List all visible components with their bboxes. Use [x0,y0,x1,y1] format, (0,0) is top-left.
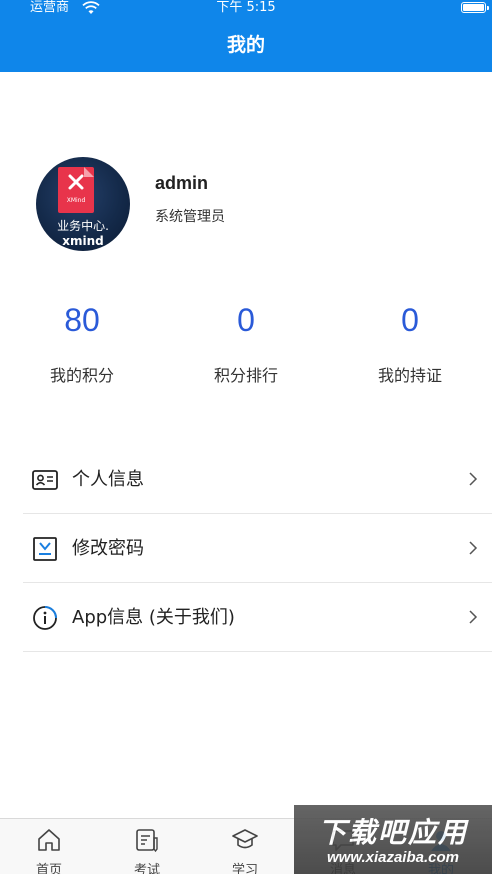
chevron-right-icon [469,472,478,486]
tab-label: 考试 [133,863,160,874]
tab-home[interactable]: 首页 [0,819,98,874]
watermark-main-text: 下载吧应用 [317,816,468,849]
user-role: 系统管理员 [155,209,225,225]
password-icon [33,537,57,561]
xmind-logo-icon [68,174,84,190]
watermark-sub-text: www.xiazaiba.com [327,849,459,866]
battery-icon [461,2,489,13]
home-icon [38,829,60,851]
menu-item-label: App信息 (关于我们) [72,607,235,628]
header: 运营商 下午 5:15 我的 [0,0,492,72]
status-time: 下午 5:15 [216,0,276,15]
stat-ranking[interactable]: 0 积分排行 [164,300,328,386]
tab-exam[interactable]: 考试 [98,819,196,874]
graduation-cap-icon [232,829,258,849]
stat-label: 我的积分 [49,366,114,385]
info-icon [33,606,57,630]
tab-study[interactable]: 学习 [196,819,294,874]
menu-item-change-password[interactable]: 修改密码 [23,514,492,583]
tab-label: 首页 [35,863,62,874]
avatar-caption-line1: 业务中心. [57,219,109,233]
stat-label: 我的持证 [377,366,442,385]
profile-screen: 运营商 下午 5:15 我的 XMind 业务中心. xmind admin 系… [0,0,492,874]
menu-item-personal-info[interactable]: 个人信息 [23,445,492,514]
watermark-logo: 下载吧应用 www.xiazaiba.com [294,805,492,874]
menu-item-app-info[interactable]: App信息 (关于我们) [23,583,492,652]
username: admin [155,173,209,193]
page-title: 我的 [226,34,265,56]
stat-value: 0 [237,302,255,338]
stat-points[interactable]: 80 我的积分 [0,300,164,386]
tab-label: 学习 [231,863,258,874]
status-bar: 运营商 下午 5:15 [0,0,492,16]
avatar-doc-label: XMind [66,197,86,204]
xmind-file-icon: XMind [58,167,94,213]
stat-value: 80 [64,302,100,338]
stat-value: 0 [401,302,419,338]
menu-item-label: 修改密码 [72,538,144,559]
id-card-icon [32,470,58,490]
avatar-caption-line2: xmind [62,234,104,248]
exam-icon [136,829,158,853]
menu-item-label: 个人信息 [72,469,144,490]
chevron-right-icon [469,541,478,555]
avatar[interactable]: XMind 业务中心. xmind [36,157,130,251]
chevron-right-icon [469,610,478,624]
stat-certificates[interactable]: 0 我的持证 [328,300,492,386]
stat-label: 积分排行 [213,366,278,385]
